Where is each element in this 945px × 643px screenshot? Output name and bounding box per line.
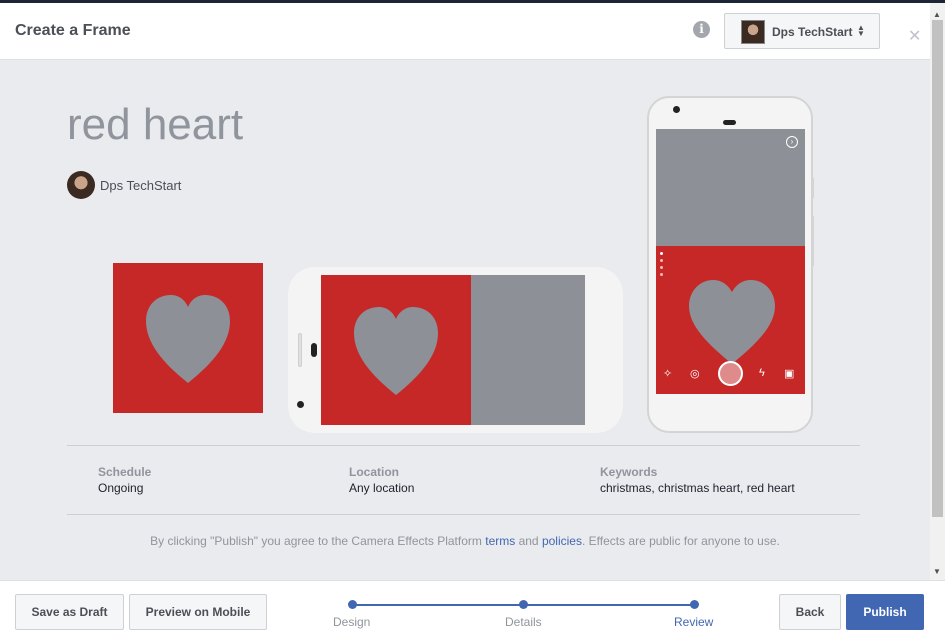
account-selector[interactable]: Dps TechStart ▲ ▼ (724, 13, 880, 49)
square-frame-preview (113, 263, 263, 413)
owner-avatar (67, 171, 95, 199)
schedule-value: Ongoing (98, 481, 144, 495)
heart-icon (354, 307, 438, 395)
owner-name: Dps TechStart (100, 178, 182, 193)
divider (67, 514, 860, 515)
phone-side-button (811, 178, 814, 198)
landscape-camera-area (471, 275, 585, 425)
page-dots (660, 252, 663, 280)
info-icon[interactable]: i (693, 21, 710, 38)
forward-icon: › (786, 136, 798, 148)
effect-title: red heart (67, 100, 244, 149)
keywords-label: Keywords (600, 465, 658, 479)
heart-icon (146, 295, 230, 383)
dialog-title: Create a Frame (15, 22, 131, 39)
portrait-camera-area (656, 129, 805, 246)
policies-link[interactable]: policies (542, 534, 582, 548)
phone-home-slot (298, 333, 302, 367)
camera-icon: ◎ (690, 368, 700, 380)
location-value: Any location (349, 481, 415, 495)
scrollbar-thumb[interactable] (932, 20, 943, 517)
consent-middle: and (515, 534, 542, 548)
step-dot-review[interactable] (690, 600, 699, 609)
phone-camera (673, 106, 680, 113)
schedule-label: Schedule (98, 465, 152, 479)
consent-suffix: . Effects are public for anyone to use. (581, 534, 780, 548)
location-label: Location (349, 465, 399, 479)
preview-mobile-button[interactable]: Preview on Mobile (129, 594, 267, 630)
close-icon[interactable]: ✕ (908, 26, 921, 46)
magic-wand-icon: ✧ (663, 368, 673, 380)
dialog-header: Create a Frame i Dps TechStart ▲ ▼ ✕ (0, 3, 930, 60)
terms-link[interactable]: terms (485, 534, 515, 548)
scroll-down-icon[interactable]: ▼ (933, 567, 941, 576)
sort-caret-icon: ▲ ▼ (857, 23, 865, 38)
step-review[interactable]: Review (674, 615, 713, 629)
consent-text: By clicking "Publish" you agree to the C… (0, 534, 930, 548)
step-dot-design[interactable] (348, 600, 357, 609)
divider (67, 445, 860, 446)
keywords-value: christmas, christmas heart, red heart (600, 481, 795, 495)
step-dot-details[interactable] (519, 600, 528, 609)
phone-camera (297, 401, 304, 408)
gallery-icon: ▣ (784, 368, 795, 380)
save-draft-button[interactable]: Save as Draft (15, 594, 124, 630)
publish-button[interactable]: Publish (846, 594, 924, 630)
landscape-frame-preview (321, 275, 471, 425)
step-details[interactable]: Details (505, 615, 542, 629)
phone-side-button (811, 216, 814, 266)
phone-speaker (311, 343, 317, 357)
back-button[interactable]: Back (779, 594, 841, 630)
consent-prefix: By clicking "Publish" you agree to the C… (150, 534, 486, 548)
flash-icon: ϟ (759, 367, 765, 379)
shutter-button (718, 361, 743, 386)
account-name: Dps TechStart (772, 25, 853, 39)
phone-speaker (723, 120, 736, 125)
account-avatar (741, 20, 765, 44)
step-design[interactable]: Design (333, 615, 370, 629)
scroll-up-icon[interactable]: ▲ (933, 10, 941, 19)
